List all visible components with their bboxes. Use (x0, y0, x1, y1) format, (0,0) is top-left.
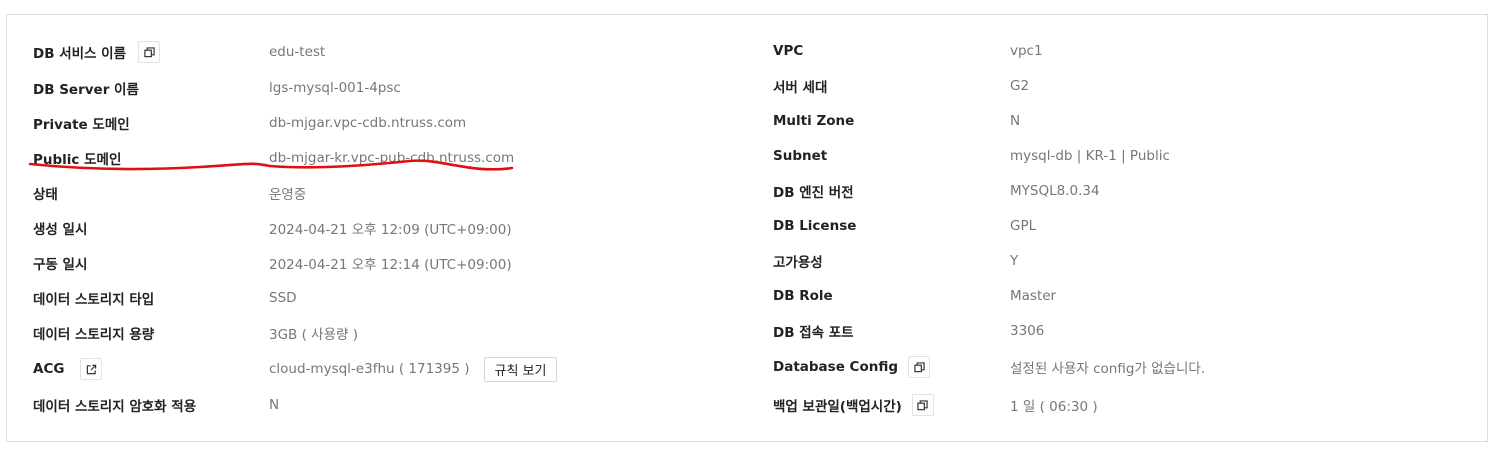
value-db-config: 설정된 사용자 config가 없습니다. (1010, 361, 1206, 377)
label-backup-retention: 백업 보관일(백업시간) (773, 399, 902, 415)
label-storage-size: 데이터 스토리지 용량 (33, 327, 155, 343)
view-rules-button[interactable]: 규칙 보기 (483, 356, 558, 382)
value-storage-size: 3GB ( 사용량 ) (269, 327, 358, 343)
label-engine-version: DB 엔진 버전 (773, 185, 854, 201)
label-encryption: 데이터 스토리지 암호화 적용 (33, 399, 197, 415)
label-storage-type: 데이터 스토리지 타입 (33, 292, 155, 308)
value-multi-zone: N (1010, 113, 1021, 129)
value-public-domain: db-mjgar-kr.vpc-pub-cdb.ntruss.com (269, 150, 515, 166)
value-started: 2024-04-21 오후 12:14 (UTC+09:00) (269, 257, 512, 273)
value-license: GPL (1010, 218, 1037, 234)
label-private-domain: Private 도메인 (33, 117, 130, 133)
value-server-generation: G2 (1010, 78, 1030, 94)
label-server-generation: 서버 세대 (773, 80, 828, 96)
value-engine-version: MYSQL8.0.34 (1010, 183, 1100, 199)
value-port: 3306 (1010, 323, 1045, 339)
db-detail-panel: DB 서비스 이름 edu-test DB Server 이름 lgs-mysq… (6, 14, 1488, 442)
label-service-name: DB 서비스 이름 (33, 46, 126, 62)
label-started: 구동 일시 (33, 257, 88, 273)
label-acg: ACG (33, 361, 65, 377)
value-backup-retention: 1 일 ( 06:30 ) (1010, 399, 1098, 415)
external-link-icon[interactable] (80, 358, 103, 380)
copy-icon[interactable] (908, 356, 931, 378)
label-status: 상태 (33, 187, 58, 203)
value-created: 2024-04-21 오후 12:09 (UTC+09:00) (269, 222, 512, 238)
value-vpc: vpc1 (1010, 43, 1043, 59)
value-server-name: lgs-mysql-001-4psc (269, 80, 401, 96)
value-acg: cloud-mysql-e3fhu ( 171395 ) (269, 361, 470, 377)
copy-icon[interactable] (138, 41, 160, 63)
label-vpc: VPC (773, 43, 804, 59)
copy-icon[interactable] (911, 394, 934, 416)
label-db-config: Database Config (773, 359, 899, 375)
value-db-role: Master (1010, 288, 1057, 304)
label-created: 생성 일시 (33, 222, 88, 238)
value-status: 운영중 (269, 187, 307, 203)
value-subnet: mysql-db | KR-1 | Public (1010, 148, 1170, 164)
value-storage-type: SSD (269, 290, 297, 306)
value-private-domain: db-mjgar.vpc-cdb.ntruss.com (269, 115, 467, 131)
label-subnet: Subnet (773, 148, 828, 164)
label-db-role: DB Role (773, 288, 833, 304)
label-public-domain: Public 도메인 (33, 152, 122, 168)
value-service-name: edu-test (269, 44, 326, 60)
value-encryption: N (269, 397, 280, 413)
label-port: DB 접속 포트 (773, 325, 854, 341)
value-high-availability: Y (1010, 253, 1019, 269)
label-high-availability: 고가용성 (773, 255, 823, 271)
label-multi-zone: Multi Zone (773, 113, 855, 129)
label-license: DB License (773, 218, 857, 234)
label-server-name: DB Server 이름 (33, 82, 139, 98)
